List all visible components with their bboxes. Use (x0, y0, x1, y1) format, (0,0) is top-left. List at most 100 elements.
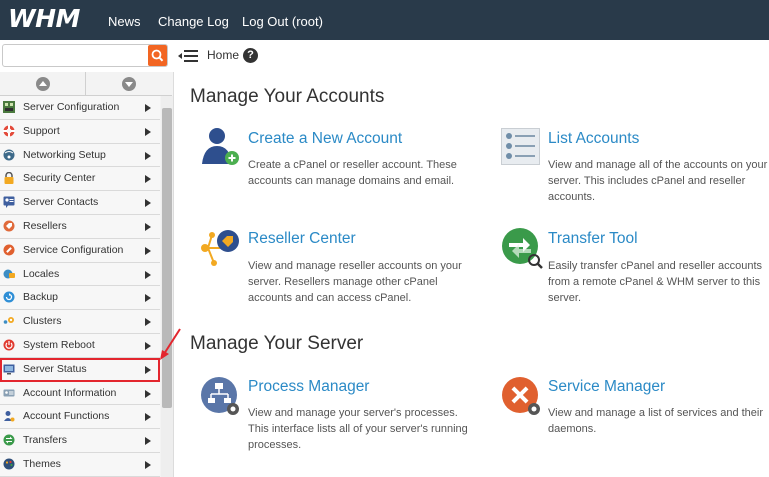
power-icon (3, 339, 15, 351)
wrench-icon (3, 244, 15, 256)
expand-arrow-icon (145, 151, 151, 160)
description-line: server. (548, 292, 582, 304)
sidebar-item-label: Support (23, 124, 60, 137)
sidebar-item-label: Server Status (23, 362, 87, 375)
sidebar-item-networking-setup[interactable]: Networking Setup (0, 143, 160, 168)
search-box (2, 44, 168, 67)
expand-arrow-icon (145, 460, 151, 469)
transfer-tool-link[interactable]: Transfer Tool (548, 230, 638, 248)
expand-arrow-icon (145, 413, 151, 422)
reseller-center-icon (201, 230, 239, 266)
transfer-icon (3, 434, 15, 446)
list-accounts-icon (501, 128, 540, 165)
sidebar-item-label: Locales (23, 267, 60, 280)
expand-arrow-icon (145, 246, 151, 255)
sidebar-item-label: Clusters (23, 315, 62, 328)
logout-link[interactable]: Log Out (root) (242, 14, 323, 29)
sidebar-item-clusters[interactable]: Clusters (0, 310, 160, 334)
expand-arrow-icon (145, 199, 151, 208)
list-accounts-link[interactable]: List Accounts (548, 130, 639, 148)
process-manager-description: View and manage your server's processes.… (248, 405, 468, 453)
create-account-link[interactable]: Create a New Account (248, 130, 402, 148)
network-icon (3, 149, 15, 161)
expand-arrow-icon (145, 365, 151, 374)
sidebar-item-resellers[interactable]: Resellers (0, 214, 160, 239)
section-title-accounts: Manage Your Accounts (190, 86, 385, 107)
sidebar-item-account-functions[interactable]: Account Functions (0, 405, 160, 430)
server-configuration-icon (3, 101, 15, 113)
sidebar-item-label: Backup (23, 291, 59, 304)
sidebar-item-themes[interactable]: Themes (0, 452, 160, 477)
sidebar-collapse-icon[interactable] (178, 49, 198, 63)
search-input[interactable] (3, 45, 143, 66)
breadcrumb-home[interactable]: Home (207, 48, 239, 62)
sidebar-item-label: Account Functions (23, 410, 110, 423)
sidebar-item-server-configuration[interactable]: Server Configuration (0, 96, 160, 120)
transfer-tool-icon (502, 228, 543, 269)
search-icon (151, 49, 164, 62)
expand-arrow-icon (145, 437, 151, 446)
sidebar-item-label: Service Configuration (23, 243, 124, 256)
sidebar-item-label: Server Configuration (23, 101, 120, 113)
expand-arrow-icon (145, 294, 151, 303)
monitor-icon (3, 364, 15, 375)
description-line: Easily transfer cPanel and reseller acco… (548, 260, 762, 272)
sidebar-item-server-contacts[interactable]: Server Contacts (0, 191, 160, 215)
description-line: accounts. (548, 191, 596, 203)
transfer-tool-description: Easily transfer cPanel and reseller acco… (548, 258, 762, 306)
expand-all-button[interactable] (86, 72, 172, 96)
annotation-arrow-icon (160, 328, 181, 360)
sidebar-item-security-center[interactable]: Security Center (0, 167, 160, 192)
sidebar-item-support[interactable]: Support (0, 119, 160, 144)
expand-arrow-icon (145, 127, 151, 136)
changelog-link[interactable]: Change Log (158, 14, 229, 29)
id-card-icon (3, 389, 15, 397)
sidebar-item-label: Resellers (23, 219, 67, 232)
help-icon[interactable]: ? (243, 48, 258, 63)
contacts-icon (3, 196, 15, 209)
sidebar-item-transfers[interactable]: Transfers (0, 429, 160, 453)
backup-icon (3, 291, 15, 303)
news-link[interactable]: News (108, 14, 141, 29)
collapse-all-button[interactable] (0, 72, 86, 96)
process-manager-link[interactable]: Process Manager (248, 378, 369, 396)
section-title-server: Manage Your Server (190, 333, 364, 354)
description-line: View and manage reseller accounts on you… (248, 260, 462, 272)
expand-arrow-icon (145, 341, 151, 350)
sidebar-item-label: Server Contacts (23, 196, 99, 209)
sidebar-menu: Server Configuration Support Networking … (0, 96, 160, 477)
description-line: View and manage your server's processes. (248, 407, 458, 419)
expand-arrow-icon (145, 222, 151, 231)
description-line: accounts can manage domains and email. (248, 175, 455, 187)
globe-chat-icon (3, 269, 15, 279)
sidebar-scrollbar-thumb[interactable] (162, 108, 172, 408)
description-line: accounts and can access cPanel. (248, 292, 412, 304)
service-manager-link[interactable]: Service Manager (548, 378, 665, 396)
tag-icon (3, 220, 15, 232)
expand-arrow-icon (145, 389, 151, 398)
description-line: This interface lists all of your server'… (248, 423, 468, 435)
expand-arrow-icon (145, 318, 151, 327)
sidebar-item-label: Themes (23, 457, 61, 470)
sidebar-item-locales[interactable]: Locales (0, 262, 160, 287)
lock-icon (4, 172, 14, 185)
description-line: processes. (248, 439, 302, 451)
search-button[interactable] (148, 45, 167, 66)
cluster-icon (3, 317, 14, 324)
description-line: View and manage a list of services and t… (548, 407, 764, 419)
whm-logo[interactable]: WHM (8, 4, 80, 33)
top-bar: WHM News Change Log Log Out (root) (0, 0, 769, 40)
reseller-center-link[interactable]: Reseller Center (248, 230, 356, 248)
add-user-icon (202, 128, 239, 165)
sidebar-item-service-configuration[interactable]: Service Configuration (0, 238, 160, 263)
sidebar-item-server-status[interactable]: Server Status (0, 357, 160, 382)
description-line: from a remote cPanel & WHM server to thi… (548, 276, 761, 288)
sidebar-item-label: Account Information (23, 386, 117, 399)
service-manager-icon (502, 377, 540, 415)
sidebar-item-account-information[interactable]: Account Information (0, 381, 160, 406)
sidebar-item-label: Transfers (23, 434, 67, 447)
sidebar-item-system-reboot[interactable]: System Reboot (0, 333, 160, 358)
sidebar-item-label: Networking Setup (23, 148, 106, 161)
sidebar-item-backup[interactable]: Backup (0, 286, 160, 311)
chevron-up-icon (36, 77, 50, 91)
